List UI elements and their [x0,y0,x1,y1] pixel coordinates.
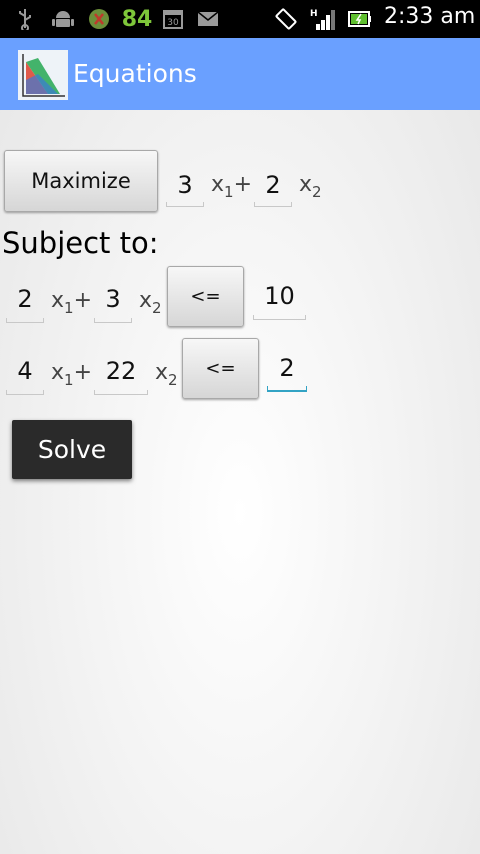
usb-icon [16,8,34,30]
constraint-2-x2-label: x2 [155,360,178,389]
rotate-icon [274,8,298,30]
constraint-2-operator-button[interactable]: <= [182,338,259,399]
android-icon [52,8,74,30]
subject-to-label: Subject to: [2,226,159,260]
constraint-1-operator-button[interactable]: <= [167,266,244,327]
battery-icon [348,8,372,30]
variable-x1-label: x1+ [211,172,253,201]
svg-text:H: H [310,9,318,19]
objective-coefficient-2-field[interactable]: 2 [254,171,292,207]
svg-text:30: 30 [167,18,179,28]
constraint-2-coefficient-2-field[interactable]: 22 [94,357,148,395]
constraint-2-x1-label: x1+ [51,360,93,389]
action-bar: Equations [0,38,480,110]
solve-button[interactable]: Solve [12,420,132,479]
variable-x2-label: x2 [299,172,322,201]
status-time: 2:33 am [384,4,476,29]
mail-icon [196,8,220,30]
signal-icon: H [310,8,338,30]
constraint-1-coefficient-1-field[interactable]: 2 [6,285,44,323]
objective-coefficient-1-field[interactable]: 3 [166,171,204,207]
battery-app-icon [88,8,110,30]
constraint-1-rhs-field[interactable]: 10 [253,282,306,320]
constraint-1-x2-label: x2 [139,288,162,317]
maximize-button[interactable]: Maximize [4,150,158,212]
constraint-1-coefficient-2-field[interactable]: 3 [94,285,132,323]
notification-count: 84 [121,6,153,32]
constraint-1-x1-label: x1+ [51,288,93,317]
calendar-icon: 30 [162,8,184,30]
constraint-2-coefficient-1-field[interactable]: 4 [6,357,44,395]
app-logo-icon[interactable] [18,50,68,100]
app-title: Equations [73,59,197,88]
constraint-2-rhs-field[interactable]: 2 [267,354,307,392]
status-bar: 84 30 H 2:33 am [0,0,480,38]
